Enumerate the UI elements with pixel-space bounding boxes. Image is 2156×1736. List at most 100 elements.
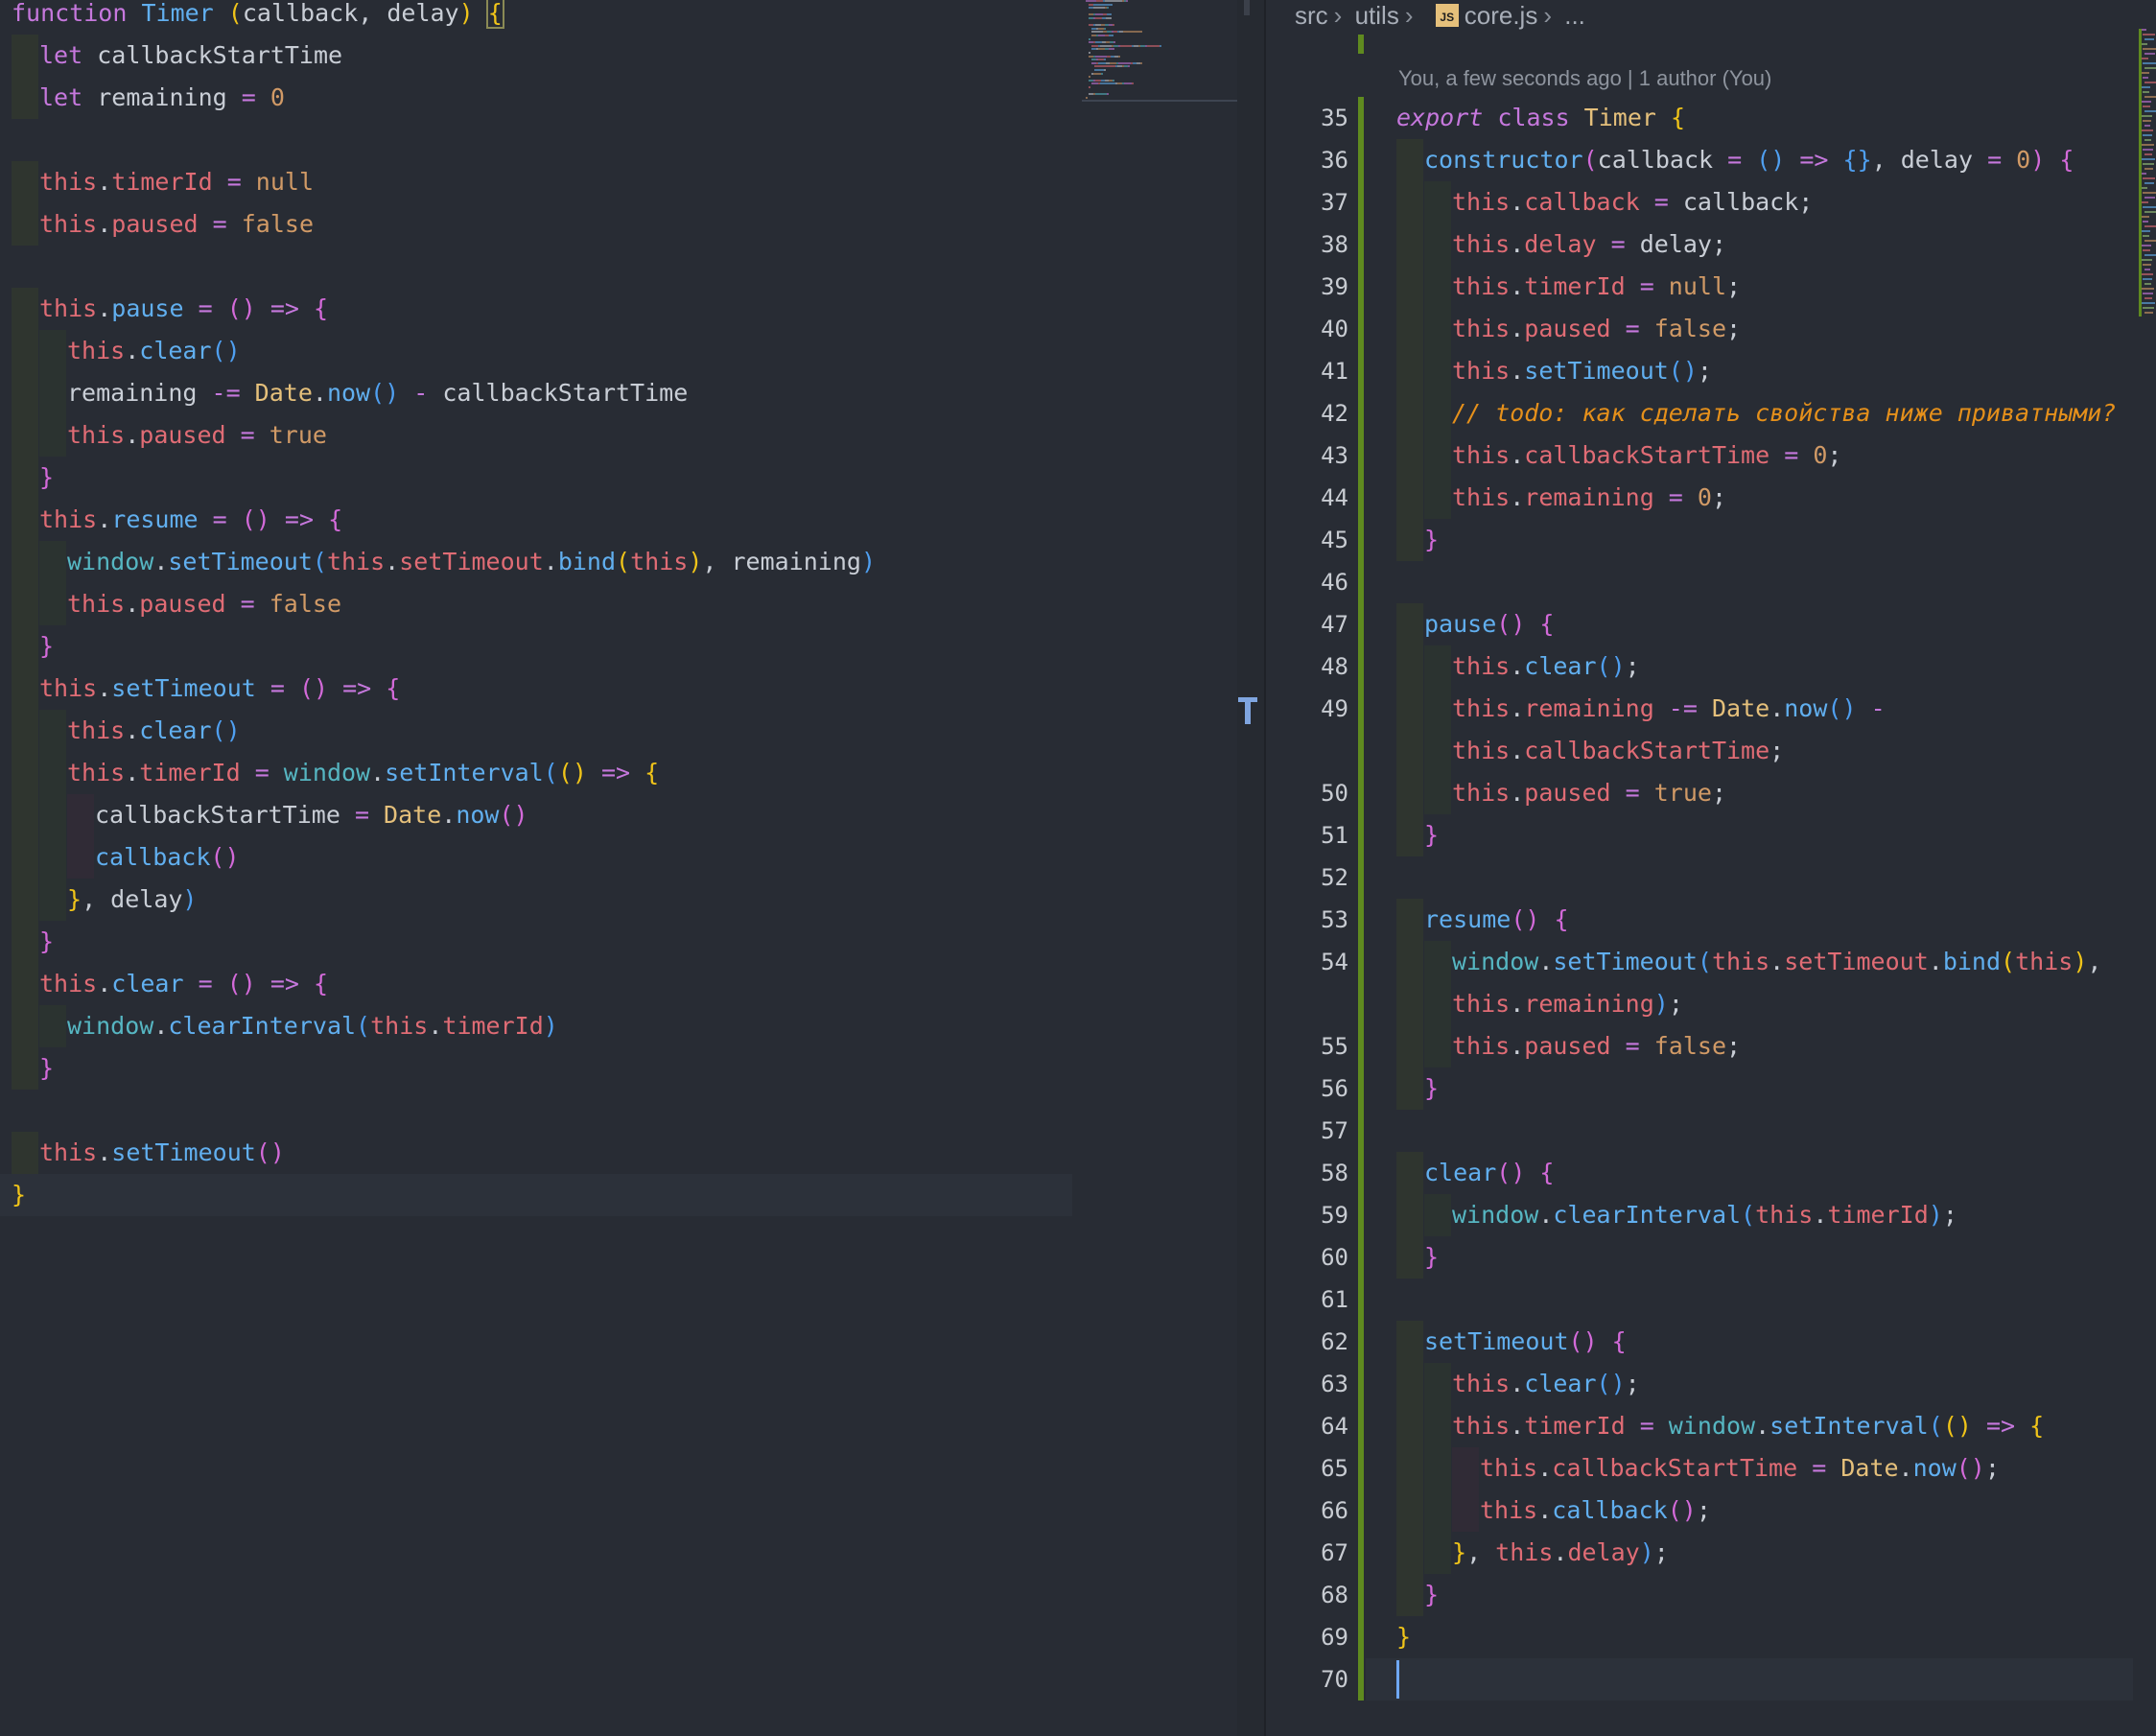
code-line[interactable]: this.callbackStartTime; [1266, 730, 2156, 772]
line-number[interactable]: 68 [1266, 1574, 1348, 1616]
line-number[interactable]: 70 [1266, 1658, 1348, 1701]
code-line[interactable]: 36 constructor(callback = () => {}, delay… [1266, 139, 2156, 181]
line-number[interactable]: 44 [1266, 477, 1348, 519]
code-line[interactable]: 68} [1266, 1574, 2156, 1616]
left-minimap[interactable] [1082, 0, 1237, 106]
code-line[interactable]: 41 this.setTimeout(); [1266, 350, 2156, 392]
line-number[interactable]: 55 [1266, 1025, 1348, 1067]
code-line[interactable]: 60} [1266, 1236, 2156, 1279]
line-number[interactable]: 47 [1266, 603, 1348, 645]
code-line[interactable]: 48 this.clear(); [1266, 645, 2156, 688]
code-line[interactable]: } [0, 1174, 1237, 1216]
code-line[interactable]: 44 this.remaining = 0; [1266, 477, 2156, 519]
line-number[interactable]: 66 [1266, 1490, 1348, 1532]
line-number[interactable]: 57 [1266, 1110, 1348, 1152]
line-number[interactable]: 69 [1266, 1616, 1348, 1658]
code-line[interactable]: let remaining = 0 [0, 77, 1237, 119]
line-number[interactable] [1266, 983, 1348, 1025]
code-line[interactable]: remaining -= Date.now() - callbackStartT… [0, 372, 1237, 414]
code-line[interactable]: this.setTimeout = () => { [0, 668, 1237, 710]
code-line[interactable]: 67}, this.delay); [1266, 1532, 2156, 1574]
line-number[interactable]: 49 [1266, 688, 1348, 730]
code-line[interactable]: 43 this.callbackStartTime = 0; [1266, 434, 2156, 477]
line-number[interactable]: 61 [1266, 1279, 1348, 1321]
code-line[interactable]: 57 [1266, 1110, 2156, 1152]
code-line[interactable]: this.clear() [0, 330, 1237, 372]
code-line[interactable]: 50 this.paused = true; [1266, 772, 2156, 814]
code-line[interactable]: 69} [1266, 1616, 2156, 1658]
line-number[interactable]: 42 [1266, 392, 1348, 434]
code-line[interactable]: this.clear() [0, 710, 1237, 752]
line-number[interactable]: 40 [1266, 308, 1348, 350]
code-line[interactable]: 53 resume() { [1266, 899, 2156, 941]
code-line[interactable]: 40 this.paused = false; [1266, 308, 2156, 350]
line-number[interactable]: 65 [1266, 1447, 1348, 1490]
line-number[interactable]: 41 [1266, 350, 1348, 392]
code-line[interactable]: 66 this.callback(); [1266, 1490, 2156, 1532]
code-line[interactable]: 56} [1266, 1067, 2156, 1110]
code-line[interactable]: this.paused = false [0, 203, 1237, 246]
code-line[interactable]: this.pause = () => { [0, 288, 1237, 330]
line-number[interactable]: 46 [1266, 561, 1348, 603]
code-line[interactable]: this.timerId = null [0, 161, 1237, 203]
code-line[interactable]: let callbackStartTime [0, 35, 1237, 77]
code-line[interactable]: } [0, 625, 1237, 668]
code-line[interactable]: 38 this.delay = delay; [1266, 223, 2156, 266]
line-number[interactable]: 51 [1266, 814, 1348, 856]
code-line[interactable]: window.setTimeout(this.setTimeout.bind(t… [0, 541, 1237, 583]
code-line[interactable]: 63 this.clear(); [1266, 1363, 2156, 1405]
code-line[interactable]: 45} [1266, 519, 2156, 561]
line-number[interactable]: 53 [1266, 899, 1348, 941]
code-line[interactable]: 59 window.clearInterval(this.timerId); [1266, 1194, 2156, 1236]
code-line[interactable]: } [0, 1047, 1237, 1090]
line-number[interactable]: 59 [1266, 1194, 1348, 1236]
line-number[interactable]: 62 [1266, 1321, 1348, 1363]
code-line[interactable] [0, 1090, 1237, 1132]
pane-sash-top[interactable] [1244, 0, 1250, 15]
left-editor-pane[interactable]: function Timer (callback, delay) {let ca… [0, 0, 1237, 1736]
breadcrumb-file[interactable]: core.js [1465, 1, 1538, 30]
line-number[interactable]: 52 [1266, 856, 1348, 899]
code-line[interactable]: 51} [1266, 814, 2156, 856]
minimap-slider[interactable] [1082, 100, 1237, 102]
line-number[interactable]: 39 [1266, 266, 1348, 308]
line-number[interactable]: 37 [1266, 181, 1348, 223]
line-number[interactable] [1266, 730, 1348, 772]
code-line[interactable]: this.paused = false [0, 583, 1237, 625]
breadcrumb-symbols[interactable]: ... [1564, 1, 1585, 30]
line-number[interactable]: 56 [1266, 1067, 1348, 1110]
code-line[interactable]: 70 [1266, 1658, 2156, 1701]
code-line[interactable]: }, delay) [0, 879, 1237, 921]
line-number[interactable]: 64 [1266, 1405, 1348, 1447]
breadcrumb-src[interactable]: src [1295, 1, 1328, 30]
line-number[interactable]: 58 [1266, 1152, 1348, 1194]
code-line[interactable]: 65 this.callbackStartTime = Date.now(); [1266, 1447, 2156, 1490]
line-number[interactable]: 54 [1266, 941, 1348, 983]
code-line[interactable]: this.timerId = window.setInterval(() => … [0, 752, 1237, 794]
code-line[interactable]: window.clearInterval(this.timerId) [0, 1005, 1237, 1047]
code-line[interactable]: this.clear = () => { [0, 963, 1237, 1005]
line-number[interactable]: 60 [1266, 1236, 1348, 1279]
line-number[interactable]: 38 [1266, 223, 1348, 266]
code-line[interactable]: 42 // todo: как сделать свойства ниже при… [1266, 392, 2156, 434]
line-number[interactable]: 50 [1266, 772, 1348, 814]
code-line[interactable]: 64 this.timerId = window.setInterval(() =… [1266, 1405, 2156, 1447]
line-number[interactable]: 45 [1266, 519, 1348, 561]
line-number[interactable]: 43 [1266, 434, 1348, 477]
code-line[interactable] [0, 119, 1237, 161]
code-line[interactable]: this.paused = true [0, 414, 1237, 457]
code-line[interactable]: callbackStartTime = Date.now() [0, 794, 1237, 836]
right-minimap[interactable] [2139, 0, 2156, 326]
code-line[interactable]: 46 [1266, 561, 2156, 603]
code-line[interactable]: 49 this.remaining -= Date.now() - [1266, 688, 2156, 730]
code-line[interactable]: 58 clear() { [1266, 1152, 2156, 1194]
code-line[interactable]: } [0, 921, 1237, 963]
code-line[interactable]: 47 pause() { [1266, 603, 2156, 645]
code-line[interactable]: 52 [1266, 856, 2156, 899]
code-line[interactable]: } [0, 457, 1237, 499]
line-number[interactable]: 36 [1266, 139, 1348, 181]
pane-divider[interactable] [1237, 0, 1264, 1736]
code-line[interactable] [0, 246, 1237, 288]
right-editor-pane[interactable]: src › utils › JS core.js › ... You, a few se… [1264, 0, 2156, 1736]
code-line[interactable]: callback() [0, 836, 1237, 879]
